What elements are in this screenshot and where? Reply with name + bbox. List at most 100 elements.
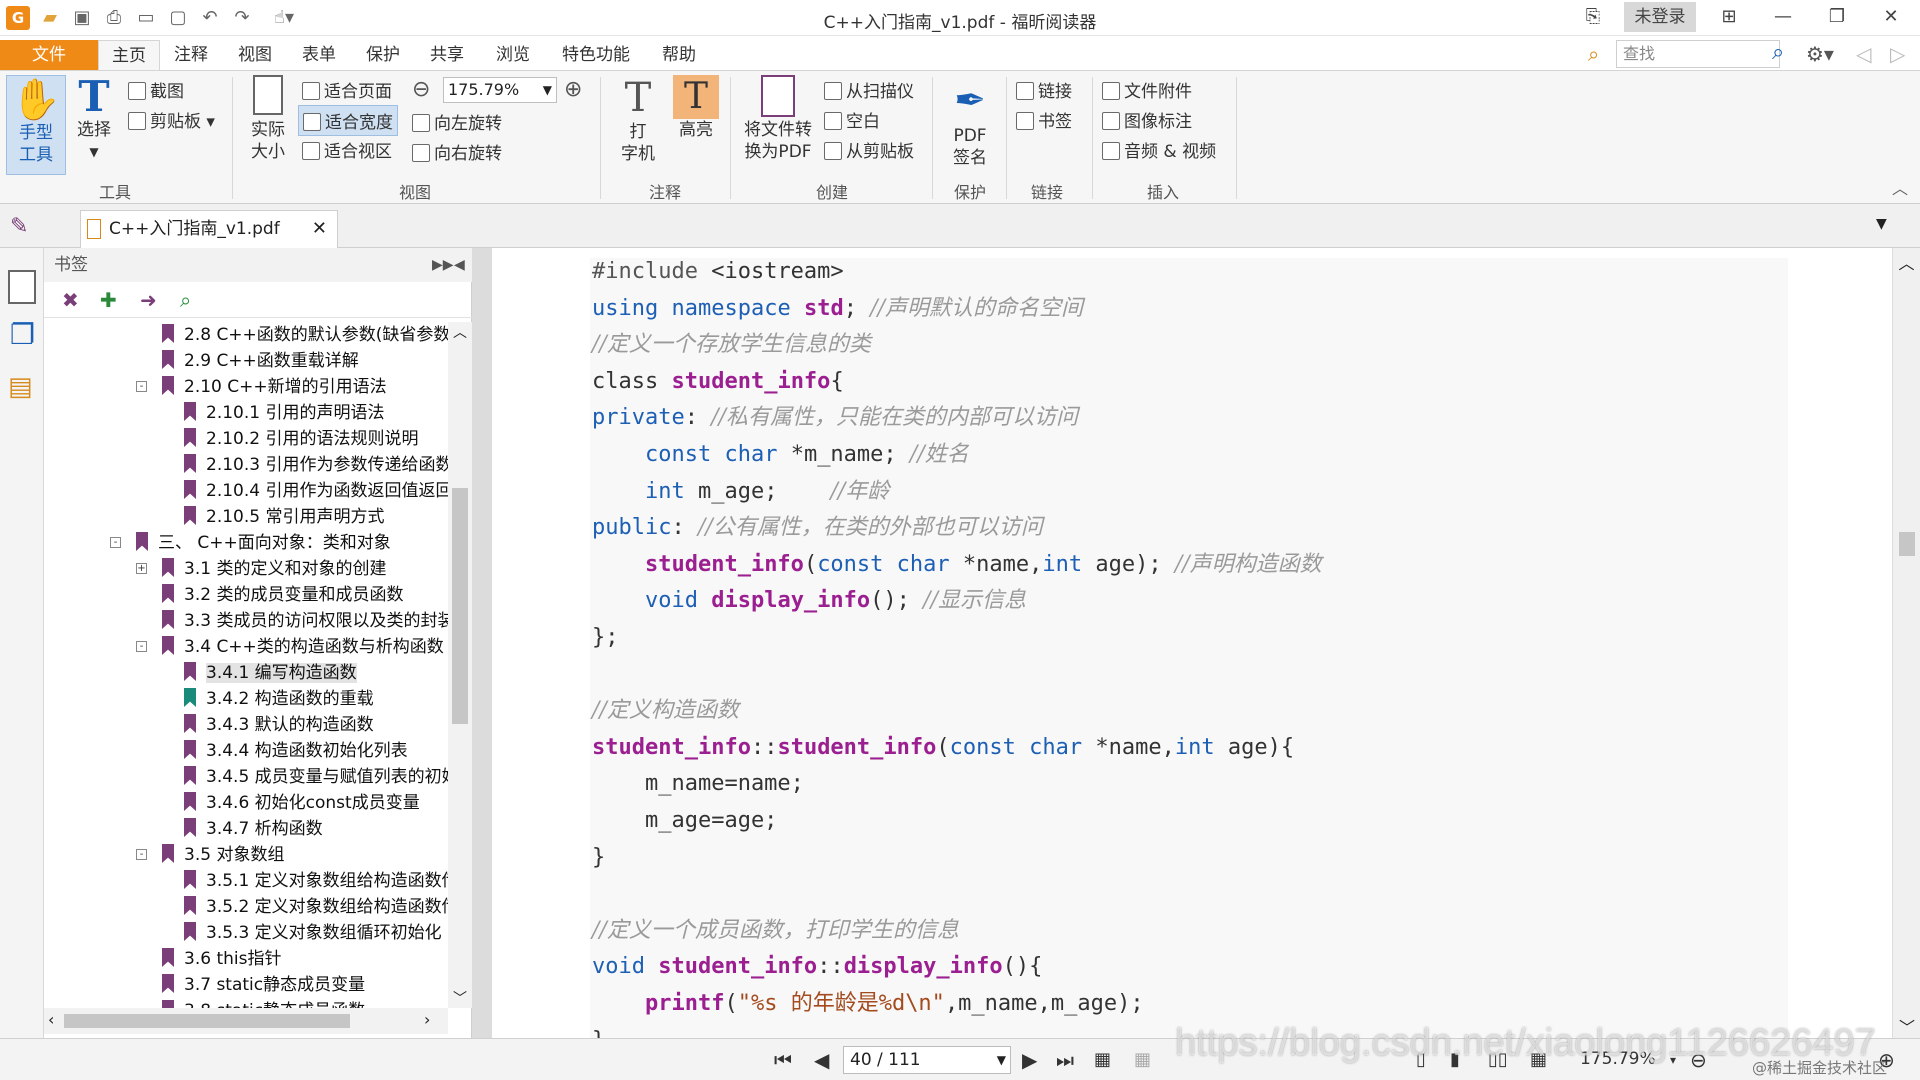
panel-splitter[interactable] xyxy=(472,248,492,1038)
bookmark-item[interactable]: 2.9 C++函数重载详解 xyxy=(162,348,359,374)
sign-panel-icon[interactable]: ✎ xyxy=(10,214,28,239)
scroll-thumb[interactable] xyxy=(1899,532,1915,556)
bookmark-item[interactable]: 2.10.1 引用的声明语法 xyxy=(184,400,384,426)
snapshot-button[interactable]: 截图 xyxy=(128,77,184,102)
layout-icon[interactable]: ⊞ xyxy=(1706,2,1752,32)
pdf-sign-button[interactable]: ✒ PDF 签名 xyxy=(940,75,1000,169)
chevron-down-icon[interactable]: ▼ xyxy=(997,1047,1006,1073)
scroll-down-icon[interactable]: ﹀ xyxy=(1893,1014,1920,1038)
previous-page-icon[interactable]: ◀ xyxy=(814,1047,829,1073)
forward-arrow-icon[interactable]: ▷ xyxy=(1890,42,1905,66)
tab-protect[interactable]: 保护 xyxy=(356,40,410,71)
audio-video-button[interactable]: 音频 & 视频 xyxy=(1102,137,1216,162)
bookmark-item[interactable]: 3.8 static静态成员函数 xyxy=(162,998,365,1008)
fit-view-button[interactable]: 适合视区 xyxy=(302,137,392,162)
tab-features[interactable]: 特色功能 xyxy=(552,40,640,71)
highlight-button[interactable]: T 高亮 xyxy=(670,75,722,141)
link-button[interactable]: 链接 xyxy=(1016,77,1072,102)
next-view-icon[interactable]: ▦ xyxy=(1134,1047,1151,1073)
page-number-input[interactable]: 40 / 111 ▼ xyxy=(843,1046,1011,1074)
convert-to-pdf-button[interactable]: 将文件转 换为PDF xyxy=(736,75,820,163)
bookmark-item[interactable]: 2.8 C++函数的默认参数(缺省参数) xyxy=(162,322,448,348)
bookmark-item[interactable]: 3.4 C++类的构造函数与析构函数 xyxy=(162,634,444,660)
bookmark-item[interactable]: 2.10.2 引用的语法规则说明 xyxy=(184,426,418,452)
bookmark-item[interactable]: 3.2 类的成员变量和成员函数 xyxy=(162,582,403,608)
bookmark-item[interactable]: 3.5.2 定义对象数组给构造函数传 xyxy=(184,894,448,920)
scroll-thumb[interactable] xyxy=(452,488,468,724)
bookmark-item[interactable]: 3.4.4 构造函数初始化列表 xyxy=(184,738,408,764)
collapse-ribbon-icon[interactable]: ︿ xyxy=(1892,175,1908,199)
rotate-left-button[interactable]: 向左旋转 xyxy=(412,109,502,134)
next-page-icon[interactable]: ▶ xyxy=(1022,1047,1037,1073)
fit-page-button[interactable]: 适合页面 xyxy=(302,77,392,102)
clipboard-button[interactable]: 剪贴板 ▾ xyxy=(128,107,215,132)
first-page-icon[interactable]: ⏮ xyxy=(774,1047,792,1073)
scroll-up-icon[interactable]: ︿ xyxy=(448,322,472,342)
share-icon[interactable]: ⎘ xyxy=(1570,2,1616,32)
tab-comment[interactable]: 注释 xyxy=(164,40,218,71)
tab-form[interactable]: 表单 xyxy=(292,40,346,71)
bookmark-item[interactable]: 2.10.5 常引用声明方式 xyxy=(184,504,384,530)
document-vertical-scrollbar[interactable]: ︿ ﹀ xyxy=(1892,248,1920,1038)
close-button[interactable]: ✕ xyxy=(1868,2,1914,32)
expand-node-icon[interactable]: + xyxy=(136,563,147,574)
bookmark-item[interactable]: 2.10 C++新增的引用语法 xyxy=(162,374,387,400)
move-bookmark-icon[interactable]: ➜ xyxy=(140,288,157,312)
bookmark-item[interactable]: 3.6 this指针 xyxy=(162,946,281,972)
login-button[interactable]: 未登录 xyxy=(1624,2,1696,32)
file-attachment-button[interactable]: 文件附件 xyxy=(1102,77,1192,102)
add-bookmark-icon[interactable]: ✚ xyxy=(100,288,117,312)
bookmark-item[interactable]: 3.3 类成员的访问权限以及类的封装 xyxy=(162,608,448,634)
tab-home[interactable]: 主页 xyxy=(98,40,160,71)
bookmark-item[interactable]: 2.10.3 引用作为参数传递给函数 xyxy=(184,452,448,478)
tabs-dropdown-icon[interactable]: ▼ xyxy=(1876,216,1887,232)
pages-icon[interactable] xyxy=(8,270,36,304)
bookmark-item[interactable]: 2.10.4 引用作为函数返回值返回 xyxy=(184,478,448,504)
previous-view-icon[interactable]: ▦ xyxy=(1094,1047,1111,1073)
tab-browse[interactable]: 浏览 xyxy=(486,40,540,71)
settings-icon[interactable]: ⚙▾ xyxy=(1806,42,1834,66)
zoom-in-icon[interactable]: ⊕ xyxy=(564,77,582,102)
zoom-input[interactable]: 175.79% ▼ xyxy=(443,77,557,103)
bookmark-button[interactable]: 书签 xyxy=(1016,107,1072,132)
scroll-up-icon[interactable]: ︿ xyxy=(1893,250,1920,274)
typewriter-button[interactable]: T 打 字机 xyxy=(610,75,666,165)
layers-icon[interactable]: ❐ xyxy=(10,318,35,351)
scroll-down-icon[interactable]: ﹀ xyxy=(448,988,472,1008)
bookmark-item[interactable]: 3.4.1 编写构造函数 xyxy=(184,660,357,686)
restore-button[interactable]: ❐ xyxy=(1814,2,1860,32)
chevron-down-icon[interactable]: ▼ xyxy=(543,78,552,102)
rotate-right-button[interactable]: 向右旋转 xyxy=(412,139,502,164)
delete-bookmark-icon[interactable]: ✖ xyxy=(62,288,79,312)
image-annotation-button[interactable]: 图像标注 xyxy=(1102,107,1192,132)
bookmark-item[interactable]: 3.7 static静态成员变量 xyxy=(162,972,365,998)
close-tab-icon[interactable]: ✕ xyxy=(312,211,327,247)
bookmark-item[interactable]: 3.4.2 构造函数的重载 xyxy=(184,686,374,712)
comments-icon[interactable]: ▤ xyxy=(8,372,33,402)
bookmark-item[interactable]: 3.5 对象数组 xyxy=(162,842,284,868)
search-input[interactable]: 查找 xyxy=(1616,40,1780,68)
file-menu[interactable]: 文件 xyxy=(0,40,98,71)
bookmark-vertical-scrollbar[interactable]: ︿ ﹀ xyxy=(448,322,472,1008)
select-button[interactable]: T 选择 ▼ xyxy=(68,75,120,163)
scroll-right-icon[interactable]: › xyxy=(424,1010,430,1029)
collapse-node-icon[interactable]: - xyxy=(136,381,147,392)
scroll-left-icon[interactable]: ‹ xyxy=(48,1010,54,1029)
last-page-icon[interactable]: ⏭ xyxy=(1056,1047,1074,1073)
fit-width-button[interactable]: 适合宽度 xyxy=(298,105,398,136)
bookmark-item[interactable]: 3.4.7 析构函数 xyxy=(184,816,323,842)
from-scanner-button[interactable]: 从扫描仪 xyxy=(824,77,914,102)
blank-button[interactable]: 空白 xyxy=(824,107,880,132)
bookmark-horizontal-scrollbar[interactable]: ‹ › xyxy=(44,1008,448,1034)
zoom-out-icon[interactable]: ⊖ xyxy=(412,77,430,102)
tab-help[interactable]: 帮助 xyxy=(652,40,706,71)
collapse-node-icon[interactable]: - xyxy=(136,849,147,860)
scroll-thumb[interactable] xyxy=(64,1014,350,1028)
collapse-node-icon[interactable]: - xyxy=(110,537,121,548)
search-folder-icon[interactable]: ⌕ xyxy=(1588,42,1599,66)
tab-share[interactable]: 共享 xyxy=(420,40,474,71)
bookmark-item[interactable]: 3.1 类的定义和对象的创建 xyxy=(162,556,386,582)
expand-panel-icon[interactable]: ▶▶ xyxy=(432,248,454,282)
bookmark-item[interactable]: 3.5.3 定义对象数组循环初始化 xyxy=(184,920,442,946)
hand-tool-button[interactable]: ✋ 手型 工具 xyxy=(6,75,66,175)
